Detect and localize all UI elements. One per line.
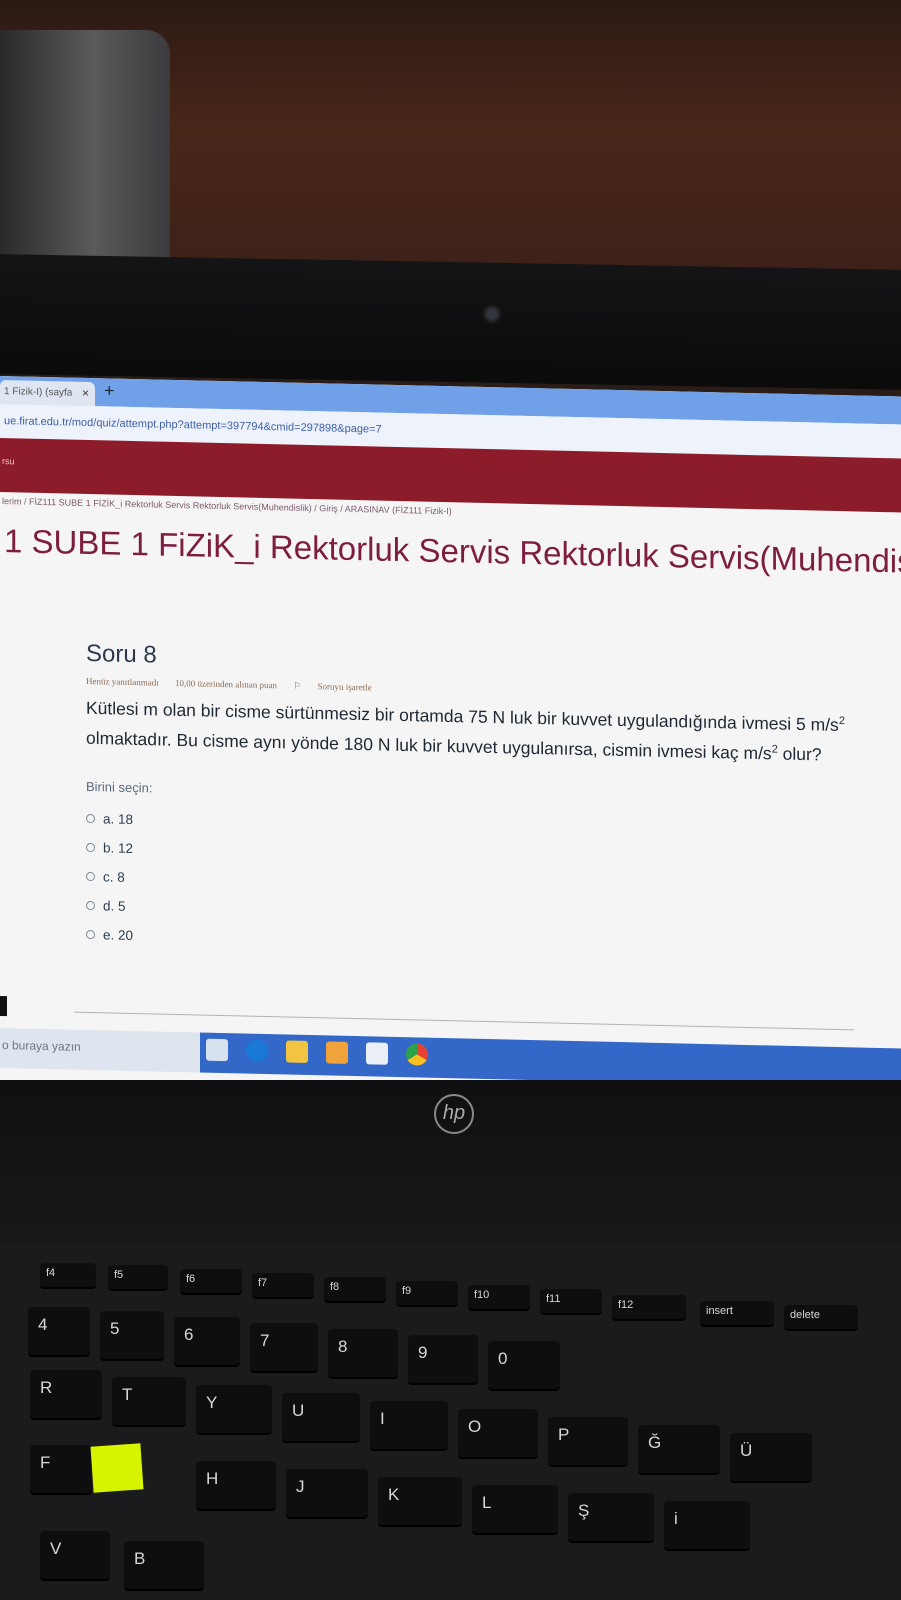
flag-question-label: Soruyu işaretle [317, 681, 372, 693]
key-5: 5 [100, 1311, 164, 1359]
close-icon[interactable]: × [82, 386, 89, 400]
flag-icon: ⚐ [293, 680, 304, 691]
flag-question-link[interactable]: ⚐ Soruyu işaretle [293, 681, 386, 693]
key-p: P [548, 1417, 628, 1465]
key-i-dotted: i [664, 1501, 750, 1549]
mail-icon[interactable] [366, 1042, 388, 1065]
lamp-background [0, 30, 170, 280]
key-l: L [472, 1485, 558, 1533]
key-r: R [30, 1370, 102, 1418]
question-container: Soru 8 Henüz yanıtlanmadı 10,00 üzerinde… [86, 640, 886, 967]
taskbar-search-input[interactable]: o buraya yazın [2, 1038, 81, 1054]
page-title: 1 SUBE 1 FiZiK_i Rektorluk Servis Rektor… [4, 522, 901, 580]
browser-tab-title: 1 Fizik-I) (sayfa [4, 386, 73, 399]
taskbar-icons [206, 1038, 428, 1066]
key-j: J [286, 1469, 368, 1517]
key-f12: f12 [612, 1295, 686, 1319]
key-h: H [196, 1461, 276, 1509]
superscript-1: 2 [838, 715, 845, 728]
file-explorer-icon[interactable] [286, 1040, 308, 1063]
key-delete: delete [784, 1305, 858, 1329]
question-text-part2: olmaktadır. Bu cisme aynı yönde 180 N lu… [86, 727, 772, 764]
hp-logo: hp [434, 1094, 474, 1134]
question-status: Henüz yanıtlanmadı [86, 675, 159, 688]
laptop-top-bezel [0, 254, 901, 390]
divider [74, 1011, 854, 1031]
chrome-icon[interactable] [406, 1043, 428, 1066]
edge-icon[interactable] [246, 1039, 268, 1063]
answer-options: a. 18 b. 12 c. 8 d. 5 e. 20 [86, 804, 886, 967]
key-f5: f5 [108, 1265, 168, 1289]
store-icon[interactable] [326, 1041, 348, 1064]
key-f8: f8 [324, 1277, 386, 1301]
task-view-icon[interactable] [206, 1038, 228, 1062]
answer-label: e. 20 [103, 926, 134, 943]
key-g-breve: Ğ [638, 1425, 720, 1473]
key-7: 7 [250, 1323, 318, 1371]
key-9: 9 [408, 1335, 478, 1383]
answer-label: d. 5 [103, 897, 126, 914]
key-f9: f9 [396, 1281, 458, 1305]
sticky-note [90, 1443, 144, 1493]
radio-button[interactable] [86, 842, 95, 852]
key-b: B [124, 1541, 204, 1589]
keyboard: f4 f5 f6 f7 f8 f9 f10 f11 f12 insert del… [0, 1245, 901, 1600]
answer-label: b. 12 [103, 839, 134, 856]
key-4: 4 [28, 1307, 90, 1355]
question-text-part3: olur? [777, 743, 822, 765]
key-u: U [282, 1393, 360, 1441]
question-text: Kütlesi m olan bir cisme sürtünmesiz bir… [86, 691, 876, 769]
key-u-umlaut: Ü [730, 1433, 812, 1481]
start-button[interactable] [0, 996, 7, 1017]
key-f10: f10 [468, 1285, 530, 1309]
key-o: O [458, 1409, 538, 1457]
laptop-screen: 1 Fizik-I) (sayfa × + ue.firat.edu.tr/mo… [0, 376, 901, 1125]
key-8: 8 [328, 1329, 398, 1377]
key-f6: f6 [180, 1269, 242, 1293]
key-f: F [30, 1445, 92, 1493]
radio-button[interactable] [86, 900, 95, 910]
key-insert: insert [700, 1301, 774, 1325]
url-text: ue.firat.edu.tr/mod/quiz/attempt.php?att… [4, 415, 382, 436]
key-f11: f11 [540, 1289, 602, 1313]
answer-label: c. 8 [103, 868, 125, 885]
key-0: 0 [488, 1341, 560, 1389]
key-y: Y [196, 1385, 272, 1433]
key-v: V [40, 1531, 110, 1579]
key-k: K [378, 1477, 462, 1525]
browser-tab[interactable]: 1 Fizik-I) (sayfa × [0, 380, 95, 407]
radio-button[interactable] [86, 929, 95, 939]
webcam-icon [482, 304, 502, 324]
site-header-text: rsu [2, 456, 15, 467]
key-s-cedilla: Ş [568, 1493, 654, 1541]
key-t: T [112, 1377, 186, 1425]
answer-label: a. 18 [103, 810, 134, 827]
key-f7: f7 [252, 1273, 314, 1297]
new-tab-button[interactable]: + [104, 380, 115, 401]
radio-button[interactable] [86, 871, 95, 881]
question-points: 10,00 üzerinden alınan puan [174, 677, 277, 691]
key-6: 6 [174, 1317, 240, 1365]
key-i: I [370, 1401, 448, 1449]
radio-button[interactable] [86, 813, 95, 823]
key-f4: f4 [40, 1263, 96, 1287]
